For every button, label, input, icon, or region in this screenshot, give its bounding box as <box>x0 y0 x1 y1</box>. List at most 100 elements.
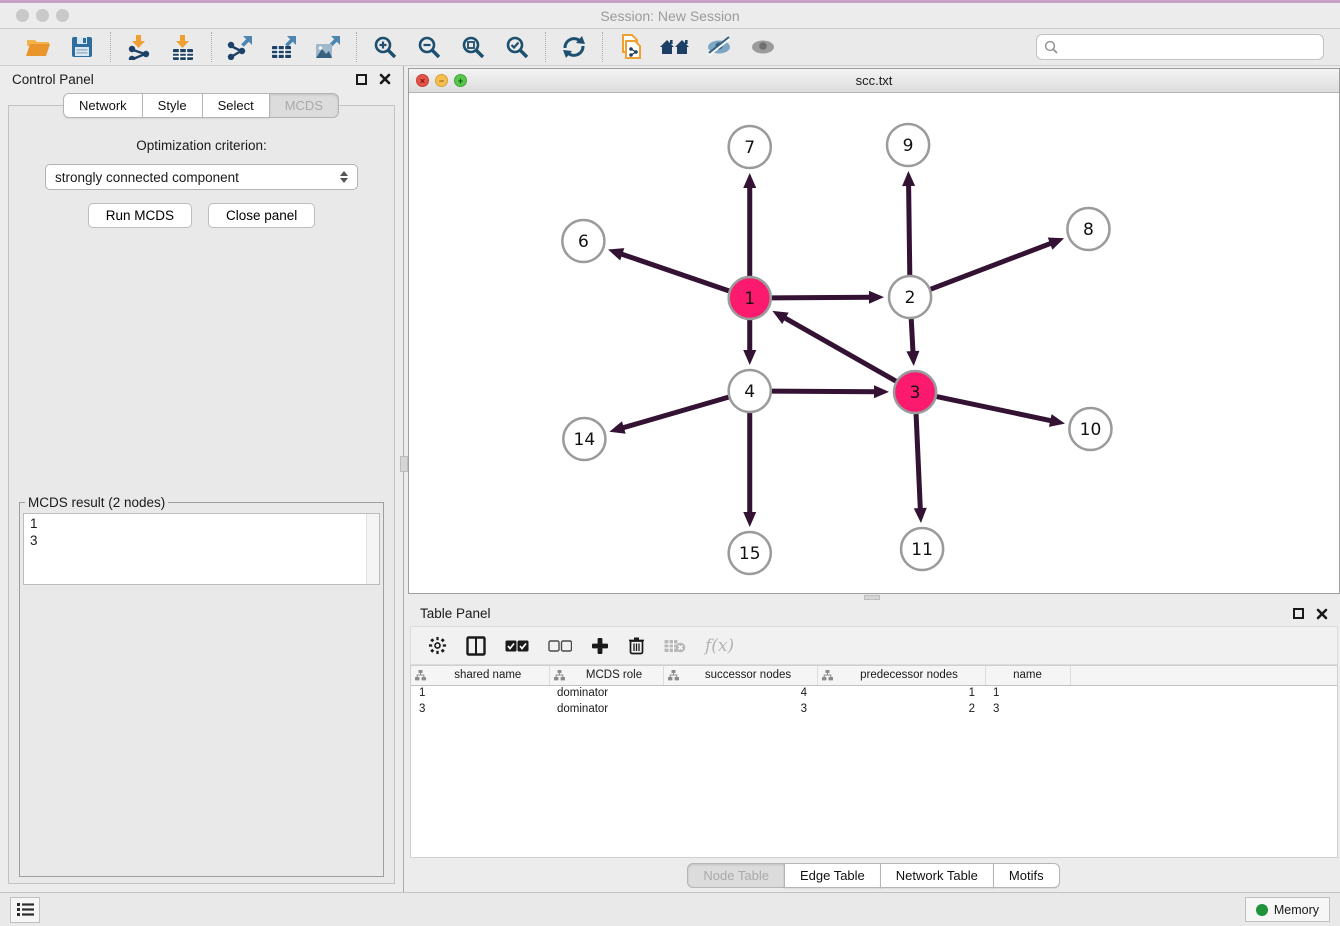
graph-edge-4-15[interactable] <box>743 413 756 527</box>
graph-edge-1-2[interactable] <box>772 291 884 304</box>
graph-node-2[interactable]: 2 <box>889 276 931 318</box>
graph-edge-3-11[interactable] <box>914 414 927 523</box>
close-panel-button[interactable]: Close panel <box>208 203 315 228</box>
graph-node-15[interactable]: 15 <box>729 532 771 574</box>
svg-text:10: 10 <box>1080 420 1102 440</box>
horizontal-splitter[interactable] <box>404 594 1340 601</box>
import-table-icon[interactable] <box>163 31 203 63</box>
run-mcds-button[interactable]: Run MCDS <box>88 203 192 228</box>
tab-motifs[interactable]: Motifs <box>993 863 1060 888</box>
table-cell[interactable]: 3 <box>663 701 817 717</box>
graph-edge-4-14[interactable] <box>609 397 728 434</box>
graph-node-10[interactable]: 10 <box>1069 408 1111 450</box>
vertical-splitter-handle[interactable] <box>400 456 408 472</box>
tab-mcds[interactable]: MCDS <box>269 93 339 118</box>
close-table-panel-icon[interactable] <box>1316 608 1328 620</box>
deselect-all-icon[interactable] <box>548 640 572 652</box>
graph-node-6[interactable]: 6 <box>562 220 604 262</box>
network-canvas[interactable]: 7 9 6 8 1 2 4 3 14 10 15 11 <box>409 93 1339 593</box>
minimize-window-button[interactable] <box>36 9 49 22</box>
graph-node-3[interactable]: 3 <box>894 371 936 413</box>
save-session-icon[interactable] <box>62 31 102 63</box>
graph-node-1[interactable]: 1 <box>729 277 771 319</box>
table-cell[interactable]: 1 <box>817 685 985 701</box>
graph-edge-1-6[interactable] <box>608 248 729 291</box>
zoom-out-icon[interactable] <box>409 31 449 63</box>
graph-node-7[interactable]: 7 <box>729 126 771 168</box>
graph-edge-4-3[interactable] <box>772 385 889 398</box>
duplicate-network-icon[interactable] <box>611 31 651 63</box>
column-header-MCDS-role[interactable]: MCDS role <box>549 666 663 685</box>
float-table-panel-icon[interactable] <box>1293 608 1304 619</box>
graph-edge-3-10[interactable] <box>937 397 1065 427</box>
delete-column-icon[interactable] <box>628 636 645 655</box>
column-header-shared-name[interactable]: shared name <box>411 666 549 685</box>
column-header-predecessor-nodes[interactable]: predecessor nodes <box>817 666 985 685</box>
graph-edge-1-7[interactable] <box>743 173 756 276</box>
graph-edge-1-4[interactable] <box>743 320 756 365</box>
svg-text:4: 4 <box>744 382 755 402</box>
graph-edge-2-8[interactable] <box>931 238 1064 290</box>
export-network-icon[interactable] <box>220 31 260 63</box>
tab-network[interactable]: Network <box>63 93 143 118</box>
table-cell[interactable]: dominator <box>549 701 663 717</box>
open-session-icon[interactable] <box>18 31 58 63</box>
graph-edge-3-1[interactable] <box>772 311 896 381</box>
export-table-icon[interactable] <box>264 31 304 63</box>
close-panel-icon[interactable] <box>379 73 391 85</box>
criterion-select[interactable]: strongly connected component <box>45 164 358 190</box>
table-row[interactable]: 3dominator323 <box>411 701 1337 717</box>
table-cell[interactable]: 1 <box>411 685 549 701</box>
add-column-icon[interactable] <box>591 637 609 655</box>
column-header-name[interactable]: name <box>985 666 1070 685</box>
network-close-button[interactable]: × <box>416 74 429 87</box>
show-all-icon[interactable] <box>743 31 783 63</box>
zoom-selected-icon[interactable] <box>497 31 537 63</box>
column-selector-icon[interactable] <box>466 636 486 656</box>
table-cell[interactable]: 3 <box>411 701 549 717</box>
graph-node-9[interactable]: 9 <box>887 124 929 166</box>
hide-selected-icon[interactable] <box>699 31 739 63</box>
column-header-successor-nodes[interactable]: successor nodes <box>663 666 817 685</box>
memory-button[interactable]: Memory <box>1245 897 1330 922</box>
close-window-button[interactable] <box>16 9 29 22</box>
export-image-icon[interactable] <box>308 31 348 63</box>
horizontal-splitter-handle[interactable] <box>864 595 880 600</box>
scrollbar-track[interactable] <box>366 514 379 584</box>
table-cell[interactable]: 2 <box>817 701 985 717</box>
tab-network-table[interactable]: Network Table <box>880 863 994 888</box>
tab-select[interactable]: Select <box>202 93 270 118</box>
task-history-button[interactable] <box>10 897 40 923</box>
table-cell[interactable]: 3 <box>985 701 1070 717</box>
zoom-fit-icon[interactable] <box>453 31 493 63</box>
graph-node-4[interactable]: 4 <box>729 370 771 412</box>
mcds-result-list[interactable]: 1 3 <box>23 513 380 585</box>
table-cell[interactable]: dominator <box>549 685 663 701</box>
tab-node-table[interactable]: Node Table <box>687 863 785 888</box>
delete-table-icon[interactable] <box>664 639 686 653</box>
table-cell[interactable]: 1 <box>985 685 1070 701</box>
graph-node-11[interactable]: 11 <box>901 528 943 570</box>
maximize-window-button[interactable] <box>56 9 69 22</box>
column-settings-icon[interactable] <box>428 636 447 655</box>
graph-node-14[interactable]: 14 <box>563 418 605 460</box>
first-neighbors-icon[interactable] <box>655 31 695 63</box>
graph-edge-2-9[interactable] <box>902 171 915 275</box>
tab-edge-table[interactable]: Edge Table <box>784 863 881 888</box>
network-zoom-button[interactable]: + <box>454 74 467 87</box>
table-cell[interactable]: 4 <box>663 685 817 701</box>
network-window-titlebar[interactable]: × − + scc.txt <box>409 69 1339 93</box>
search-input[interactable] <box>1036 34 1324 60</box>
network-minimize-button[interactable]: − <box>435 74 448 87</box>
apply-layout-icon[interactable] <box>554 31 594 63</box>
function-builder-icon[interactable]: f(x) <box>705 636 734 656</box>
table-row[interactable]: 1dominator411 <box>411 685 1337 701</box>
float-panel-icon[interactable] <box>356 74 367 85</box>
graph-node-8[interactable]: 8 <box>1067 208 1109 250</box>
zoom-in-icon[interactable] <box>365 31 405 63</box>
tab-style[interactable]: Style <box>142 93 203 118</box>
node-table[interactable]: shared nameMCDS rolesuccessor nodesprede… <box>410 665 1338 858</box>
graph-edge-2-3[interactable] <box>906 319 919 366</box>
import-network-icon[interactable] <box>119 31 159 63</box>
select-all-icon[interactable] <box>505 640 529 652</box>
